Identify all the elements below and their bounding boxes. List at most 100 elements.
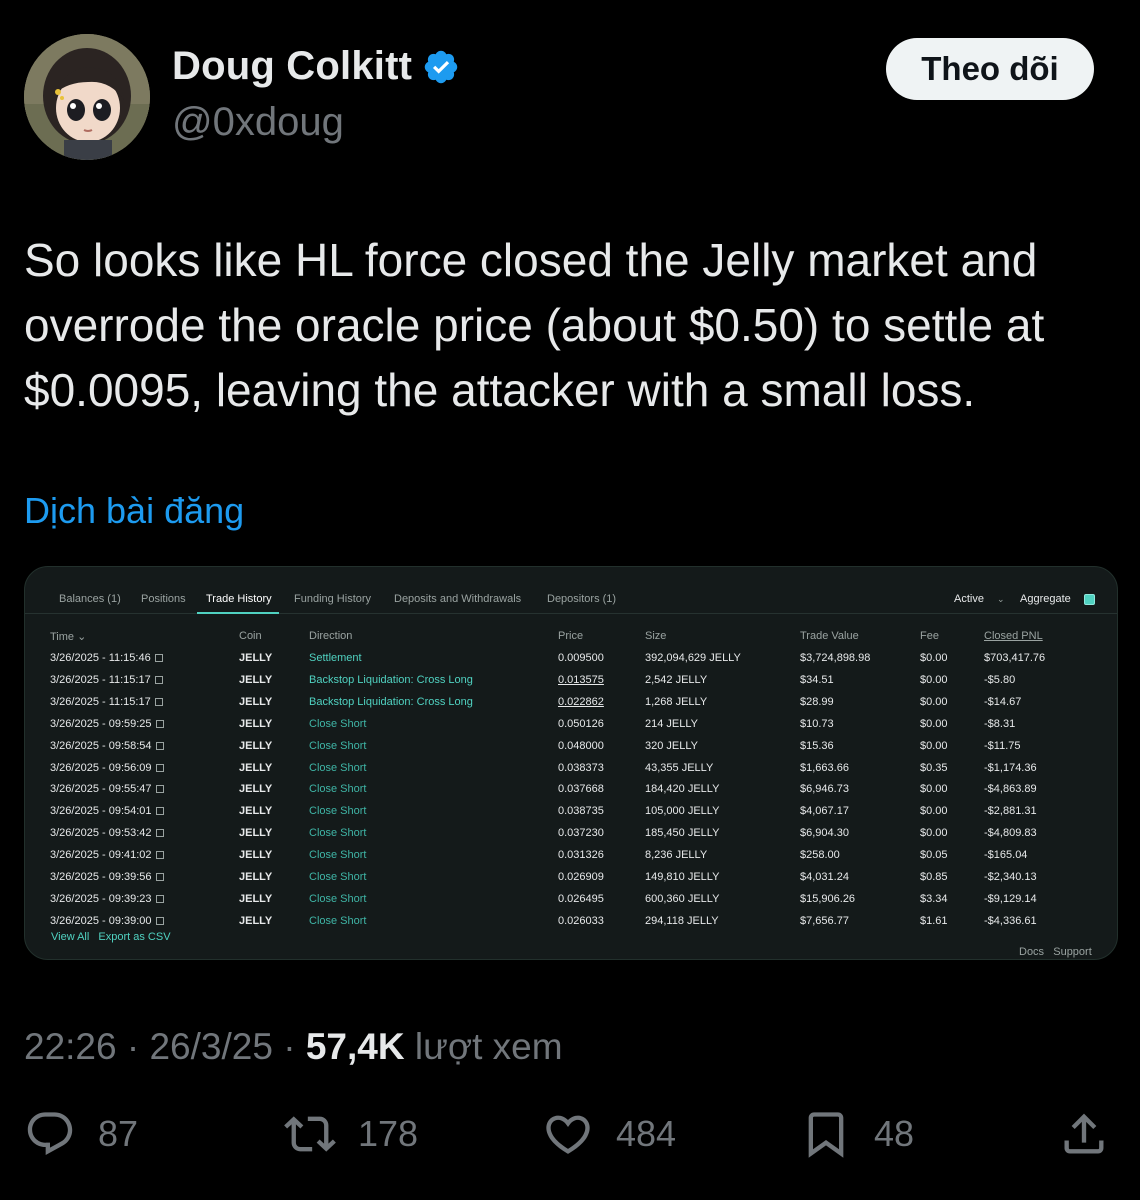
filter-select: Active xyxy=(954,593,984,605)
cell-time-text: 3/26/2025 - 09:54:01 xyxy=(50,805,152,818)
cell-direction: Settlement xyxy=(309,652,362,664)
table-row: 3/26/2025 - 11:15:17 JELLY Backstop Liquid… xyxy=(25,696,1117,718)
cell-closed-pnl: -$2,340.13 xyxy=(984,871,1037,883)
repost-count: 178 xyxy=(358,1113,419,1154)
cell-direction: Close Short xyxy=(309,915,366,927)
cell-trade-value: $10.73 xyxy=(800,718,834,730)
external-link-icon xyxy=(155,763,164,772)
docs-support-links: Docs Support xyxy=(1019,946,1092,958)
avatar[interactable] xyxy=(24,34,150,160)
cell-closed-pnl: -$9,129.14 xyxy=(984,893,1037,905)
cell-trade-value-text: $4,031.24 xyxy=(800,871,849,883)
translate-post-link[interactable]: Dịch bài đăng xyxy=(24,490,244,532)
tweet-date[interactable]: 26/3/25 xyxy=(149,1026,272,1067)
cell-size: 149,810 JELLY xyxy=(645,871,719,883)
cell-coin-text: JELLY xyxy=(239,871,273,883)
cell-closed-pnl-text: -$14.67 xyxy=(984,695,1022,708)
author-handle[interactable]: @0xdoug xyxy=(172,100,344,145)
cell-direction-text: Close Short xyxy=(309,849,367,862)
external-link-icon xyxy=(154,697,163,706)
col-coin: Coin xyxy=(239,630,262,642)
table-row: 3/26/2025 - 09:54:01 JELLY Close Short 0.03… xyxy=(25,805,1117,827)
cell-coin: JELLY xyxy=(239,871,272,883)
table-footer-links: View All Export as CSV xyxy=(51,931,177,943)
view-all-link: View All xyxy=(51,931,90,943)
cell-fee: $3.34 xyxy=(920,893,948,905)
cell-price-text: 0.026909 xyxy=(558,871,604,883)
table-row: 3/26/2025 - 09:53:42 JELLY Close Short 0.03… xyxy=(25,827,1117,849)
cell-closed-pnl: -$2,881.31 xyxy=(984,805,1037,817)
tweet-time[interactable]: 22:26 xyxy=(24,1026,117,1067)
cell-closed-pnl-text: -$4,809.83 xyxy=(984,827,1037,840)
reply-count: 87 xyxy=(98,1113,139,1154)
cell-price-text: 0.009500 xyxy=(558,652,604,664)
cell-direction-text: Close Short xyxy=(309,827,367,840)
cell-closed-pnl: -$14.67 xyxy=(984,696,1021,708)
cell-size: 185,450 JELLY xyxy=(645,827,719,839)
cell-fee: $1.61 xyxy=(920,915,948,927)
cell-closed-pnl-text: -$11.75 xyxy=(984,739,1021,752)
bookmark-button[interactable]: 48 xyxy=(800,1108,914,1160)
author-name-row[interactable]: Doug Colkitt xyxy=(172,44,460,89)
cell-direction-text: Close Short xyxy=(309,761,367,774)
cell-closed-pnl-text: -$8.31 xyxy=(984,717,1016,730)
cell-trade-value: $6,904.30 xyxy=(800,827,849,839)
cell-fee-text: $0.00 xyxy=(920,827,948,840)
cell-time: 3/26/2025 - 09:53:42 xyxy=(50,827,164,839)
cell-coin-text: JELLY xyxy=(239,761,273,774)
cell-trade-value-text: $4,067.17 xyxy=(800,805,849,818)
cell-price: 0.026909 xyxy=(558,871,604,883)
table-row: 3/26/2025 - 11:15:17 JELLY Backstop Liquid… xyxy=(25,674,1117,696)
cell-price-text: 0.038373 xyxy=(558,761,604,774)
attached-image-trade-history[interactable]: Balances (1) Positions Trade History Fun… xyxy=(24,566,1118,960)
cell-time-text: 3/26/2025 - 09:56:09 xyxy=(50,761,152,774)
external-link-icon xyxy=(155,741,164,750)
cell-coin: JELLY xyxy=(239,849,272,861)
col-fee: Fee xyxy=(920,630,939,642)
col-direction: Direction xyxy=(309,630,353,642)
cell-coin-text: JELLY xyxy=(239,827,273,840)
cell-direction: Backstop Liquidation: Cross Long xyxy=(309,674,473,686)
table-row: 3/26/2025 - 11:15:46 JELLY Settlement 0.009… xyxy=(25,652,1117,674)
col-closed-pnl: Closed PNL xyxy=(984,630,1043,642)
cell-fee: $0.00 xyxy=(920,674,948,686)
cell-direction: Close Short xyxy=(309,740,366,752)
cell-fee-text: $0.00 xyxy=(920,739,948,752)
cell-fee-text: $0.00 xyxy=(920,783,948,796)
cell-closed-pnl-text: -$1,174.36 xyxy=(984,761,1037,774)
cell-fee-text: $0.00 xyxy=(920,805,948,818)
external-link-icon xyxy=(155,807,164,816)
cell-price-text: 0.022862 xyxy=(558,695,604,708)
cell-price-text: 0.013575 xyxy=(558,673,604,686)
cell-coin-text: JELLY xyxy=(239,849,273,862)
cell-price: 0.026495 xyxy=(558,893,604,905)
cell-trade-value-text: $7,656.77 xyxy=(800,914,849,927)
cell-fee: $0.00 xyxy=(920,696,948,708)
action-bar: 87 178 484 48 xyxy=(0,1108,1140,1172)
share-button[interactable] xyxy=(1058,1108,1110,1160)
cell-time: 3/26/2025 - 11:15:17 xyxy=(50,674,163,686)
reply-icon xyxy=(27,1112,73,1156)
cell-trade-value-text: $6,946.73 xyxy=(800,783,849,796)
reply-button[interactable]: 87 xyxy=(24,1108,138,1160)
cell-closed-pnl-text: -$5.80 xyxy=(984,673,1016,686)
cell-size-text: 600,360 JELLY xyxy=(645,892,720,905)
cell-trade-value-text: $258.00 xyxy=(800,849,840,862)
cell-size-text: 43,355 JELLY xyxy=(645,761,714,774)
cell-trade-value-text: $15.36 xyxy=(800,739,834,752)
table-row: 3/26/2025 - 09:59:25 JELLY Close Short 0.05… xyxy=(25,718,1117,740)
cell-fee: $0.00 xyxy=(920,805,948,817)
cell-price: 0.009500 xyxy=(558,652,604,664)
cell-direction: Close Short xyxy=(309,762,366,774)
table-row: 3/26/2025 - 09:39:00 JELLY Close Short 0.02… xyxy=(25,915,1117,937)
follow-button[interactable]: Theo dõi xyxy=(886,38,1094,100)
cell-coin: JELLY xyxy=(239,915,272,927)
author-display-name[interactable]: Doug Colkitt xyxy=(172,44,412,89)
cell-fee-text: $0.00 xyxy=(920,652,948,664)
tab-positions: Positions xyxy=(141,593,186,605)
like-button[interactable]: 484 xyxy=(542,1108,676,1160)
cell-direction-text: Close Short xyxy=(309,871,367,883)
cell-trade-value-text: $15,906.26 xyxy=(800,892,856,905)
repost-button[interactable]: 178 xyxy=(284,1108,418,1160)
cell-coin-text: JELLY xyxy=(239,695,273,708)
